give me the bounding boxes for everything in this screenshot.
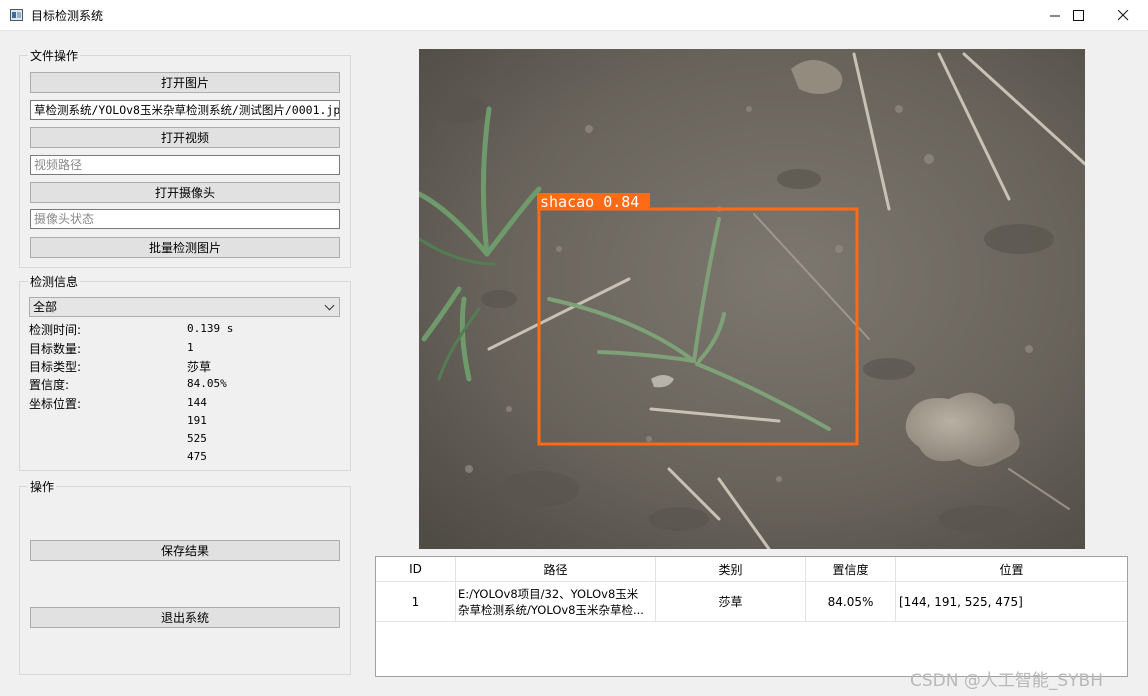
target-select-value: 全部 [33,300,58,314]
operations-title: 操作 [28,478,57,495]
target-count-label: 目标数量: [29,342,82,356]
cell-path: E:/YOLOv8项目/32、YOLOv8玉米 杂草检测系统/YOLOv8玉米杂… [458,584,655,620]
soil-field-image: shacao 0.84 [419,49,1085,549]
cell-id: 1 [411,594,420,609]
video-path-field[interactable]: 视频路径 [30,155,340,175]
window-title: 目标检测系统 [31,9,104,23]
close-button[interactable] [1100,0,1146,31]
cell-position: [144, 191, 525, 475] [899,594,1023,609]
results-table[interactable]: ID 路径 类别 置信度 位置 1 E:/YOLOv8项目/32、YOLOv8玉… [375,556,1128,677]
position-y1-value: 191 [187,414,207,427]
header-confidence[interactable]: 置信度 [806,557,895,581]
target-type-label: 目标类型: [29,360,82,374]
batch-detect-button[interactable]: 批量检测图片 [30,237,340,258]
exit-system-button[interactable]: 退出系统 [30,607,340,628]
save-result-button[interactable]: 保存结果 [30,540,340,561]
maximize-icon [1072,10,1084,21]
image-path-field[interactable]: 草检测系统/YOLOv8玉米杂草检测系统/测试图片/0001.jpg [30,100,340,120]
watermark-text: CSDN @人工智能_SYBH [910,671,1103,691]
header-position[interactable]: 位置 [896,557,1127,581]
position-label: 坐标位置: [29,397,82,411]
position-y2-value: 475 [187,450,207,463]
close-icon [1117,10,1128,21]
app-icon [10,9,23,21]
detect-time-label: 检测时间: [29,323,82,337]
camera-status-field[interactable]: 摄像头状态 [30,209,340,229]
header-id[interactable]: ID [376,557,455,581]
confidence-value: 84.05% [187,377,227,390]
header-category[interactable]: 类别 [656,557,805,581]
open-camera-button[interactable]: 打开摄像头 [30,182,340,203]
open-video-button[interactable]: 打开视频 [30,127,340,148]
cell-path-line2: 杂草检测系统/YOLOv8玉米杂草检... [458,603,644,617]
target-count-value: 1 [187,341,194,354]
header-path[interactable]: 路径 [456,557,655,581]
chevron-down-icon [324,300,335,311]
position-x2-value: 525 [187,432,207,445]
detection-info-title: 检测信息 [28,273,81,290]
target-type-value: 莎草 [187,360,212,374]
maximize-button[interactable] [1055,0,1101,31]
open-image-button[interactable]: 打开图片 [30,72,340,93]
cell-confidence: 84.05% [827,594,874,609]
cell-category: 莎草 [718,595,743,609]
confidence-label: 置信度: [29,378,70,392]
file-operations-title: 文件操作 [28,47,81,64]
detection-label: shacao 0.84 [540,193,639,211]
detect-time-value: 0.139 s [187,322,234,335]
target-select[interactable]: 全部 [29,297,340,317]
operations-group [19,486,351,675]
detection-image: shacao 0.84 [419,49,1085,549]
cell-path-line1: E:/YOLOv8项目/32、YOLOv8玉米 [458,587,639,601]
position-x1-value: 144 [187,396,207,409]
title-bar: 目标检测系统 [0,0,1148,31]
